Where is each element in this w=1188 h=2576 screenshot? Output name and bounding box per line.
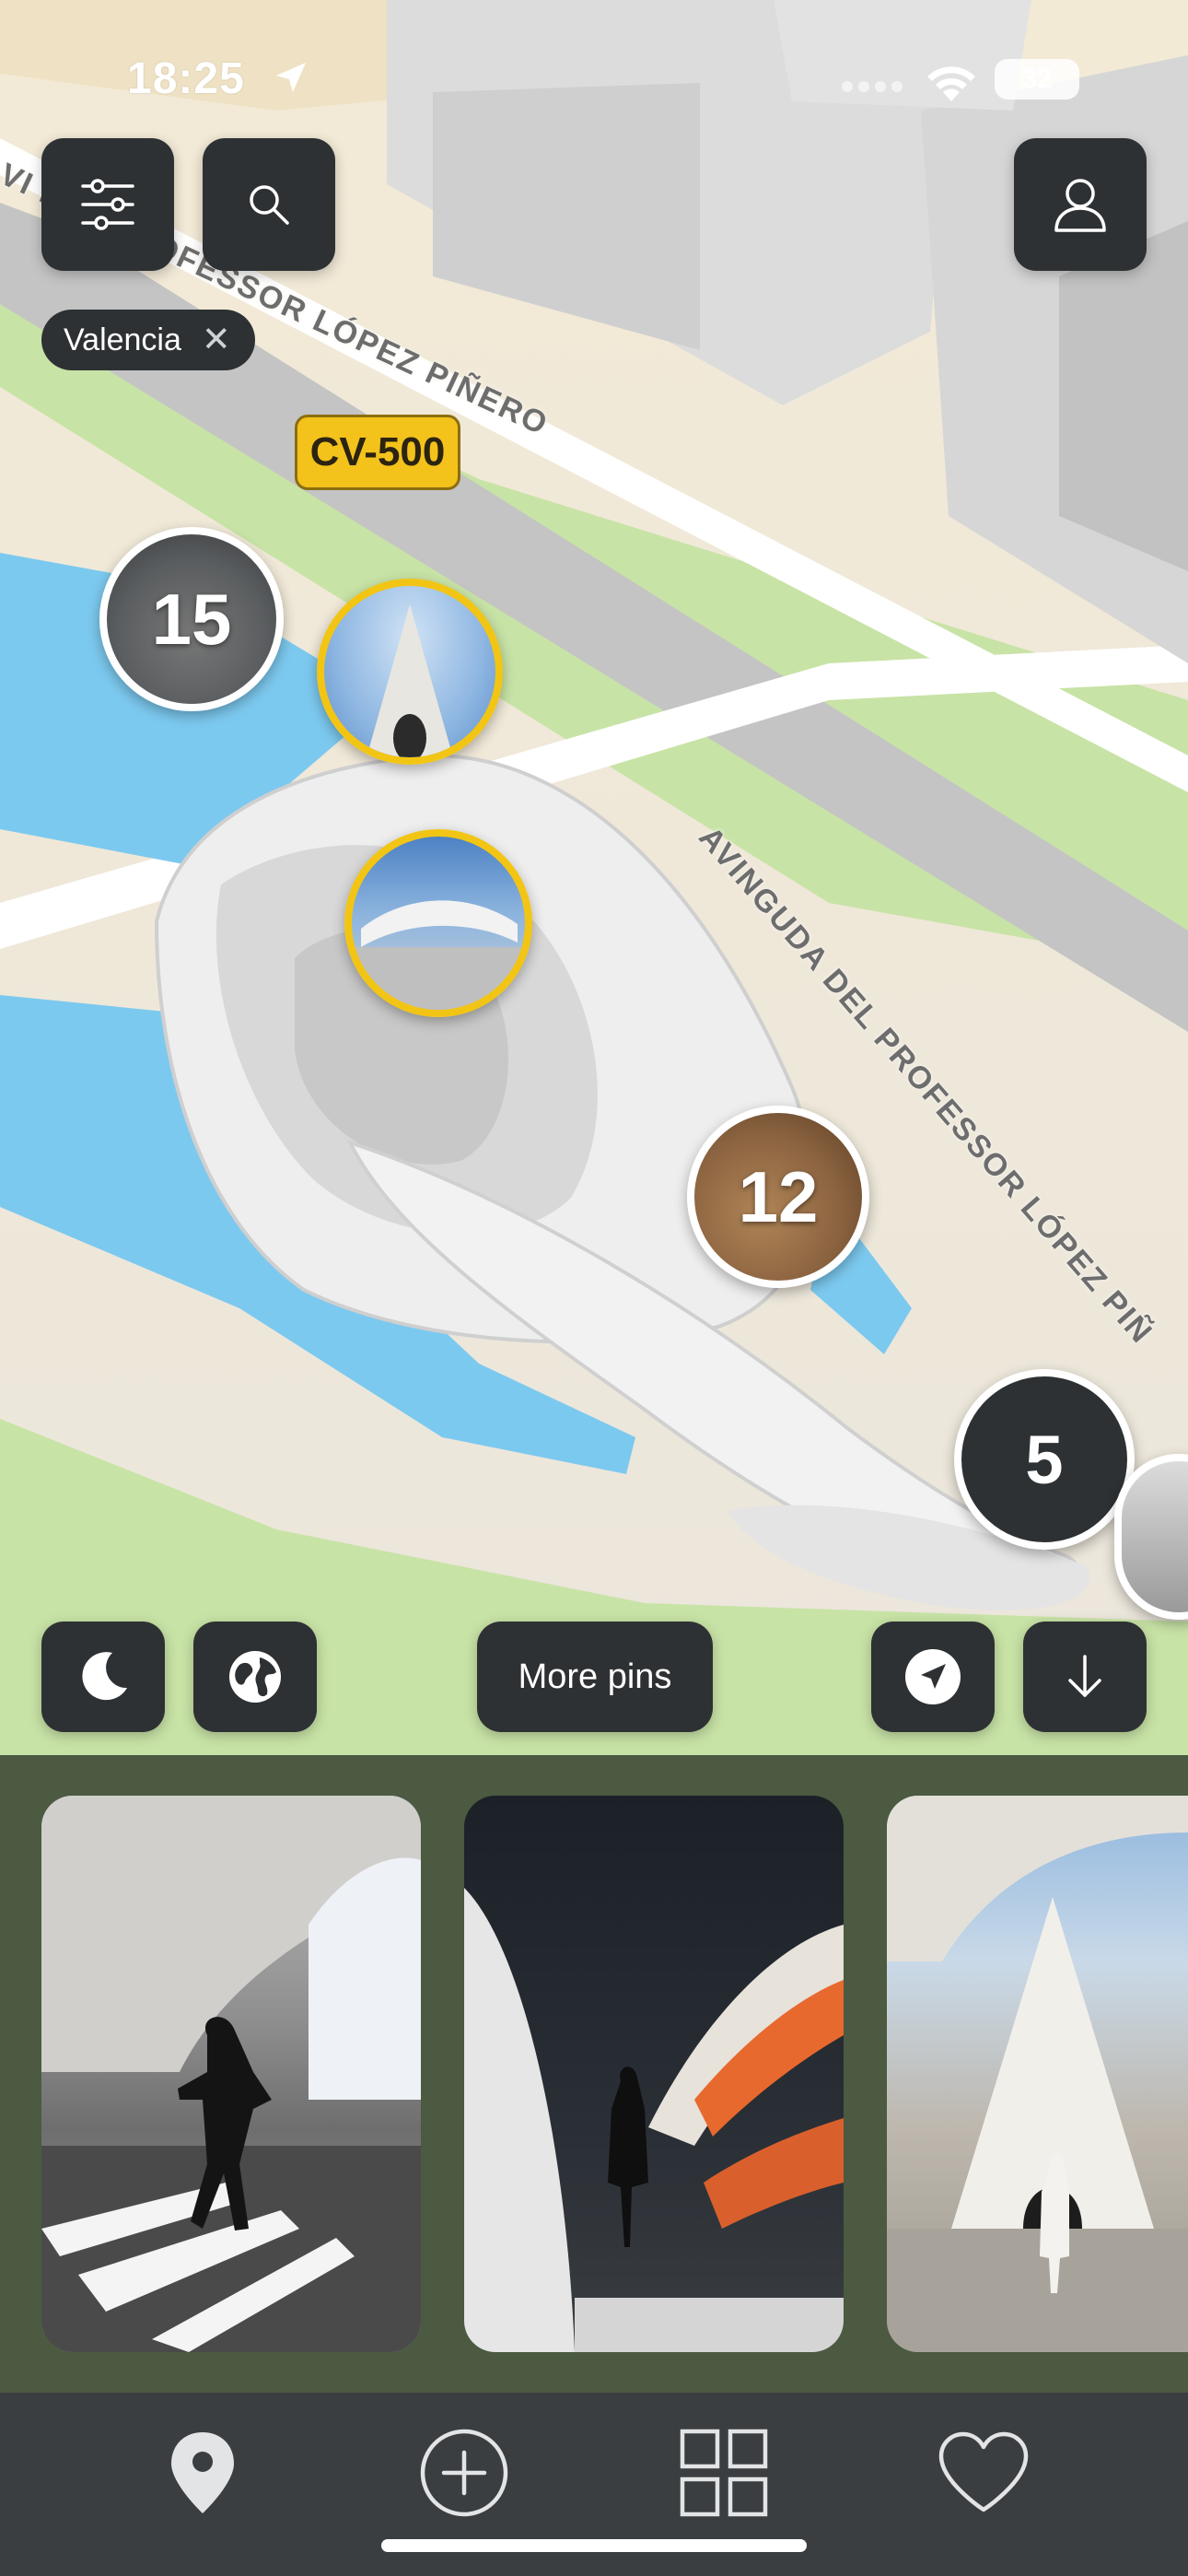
photo-image: [887, 1796, 1188, 2352]
cluster-count: 5: [1025, 1421, 1064, 1498]
photo-cluster-pin[interactable]: 12: [687, 1106, 869, 1288]
location-arrow-icon: [276, 63, 306, 92]
pin-photo-image: [367, 604, 453, 757]
cluster-count-pin[interactable]: 5: [954, 1369, 1135, 1550]
sliders-icon: [81, 179, 134, 230]
status-bar: 18:25 32: [0, 0, 1188, 138]
map-view[interactable]: VI DEL PROFESSOR LÓPEZ PIÑERO AVINGUDA D…: [0, 0, 1188, 1755]
photo-card[interactable]: [887, 1796, 1188, 2352]
location-filter-chip[interactable]: Valencia ✕: [41, 310, 255, 370]
photo-card[interactable]: [464, 1796, 844, 2352]
plus-circle-icon: [420, 2429, 508, 2517]
moon-icon: [82, 1652, 127, 1701]
dark-mode-button[interactable]: [41, 1622, 165, 1732]
cluster-count: 12: [738, 1155, 819, 1237]
chip-label: Valencia: [64, 322, 181, 357]
more-pins-button[interactable]: More pins: [477, 1622, 713, 1732]
tab-grid[interactable]: [659, 2413, 788, 2533]
scroll-down-button[interactable]: [1023, 1622, 1147, 1732]
search-button[interactable]: [203, 138, 335, 271]
home-indicator: [381, 2539, 807, 2552]
wifi-icon: [927, 66, 975, 101]
grid-icon: [680, 2429, 768, 2517]
cluster-count: 15: [151, 578, 232, 660]
search-icon: [250, 185, 289, 225]
location-arrow-icon: [905, 1649, 961, 1704]
heart-icon: [938, 2431, 1029, 2512]
globe-icon: [229, 1651, 281, 1703]
arrow-down-icon: [1068, 1655, 1101, 1697]
map-pin-icon: [171, 2432, 234, 2513]
close-icon[interactable]: ✕: [202, 322, 231, 357]
photo-pin-highlighted[interactable]: [317, 579, 503, 765]
status-time: 18:25: [127, 54, 245, 103]
globe-button[interactable]: [193, 1622, 317, 1732]
tab-map[interactable]: [138, 2413, 267, 2533]
photo-card[interactable]: [41, 1796, 421, 2352]
cellular-signal-icon: [842, 81, 903, 92]
filters-button[interactable]: [41, 138, 174, 271]
profile-button[interactable]: [1014, 138, 1147, 271]
photo-image: [41, 1796, 421, 2352]
photo-cluster-pin[interactable]: 15: [99, 527, 284, 711]
battery-icon: 32: [995, 59, 1079, 100]
photo-image: [464, 1888, 844, 2352]
road-sign-cv500: CV-500: [295, 415, 460, 490]
tab-favorites[interactable]: [919, 2413, 1048, 2533]
battery-level: 32: [1021, 64, 1053, 94]
tab-add[interactable]: [400, 2413, 529, 2533]
photo-pin-highlighted[interactable]: [344, 829, 532, 1017]
user-icon: [1054, 179, 1106, 232]
locate-me-button[interactable]: [871, 1622, 995, 1732]
pin-photo-image: [352, 900, 525, 1010]
photo-carousel[interactable]: [0, 1755, 1188, 2393]
